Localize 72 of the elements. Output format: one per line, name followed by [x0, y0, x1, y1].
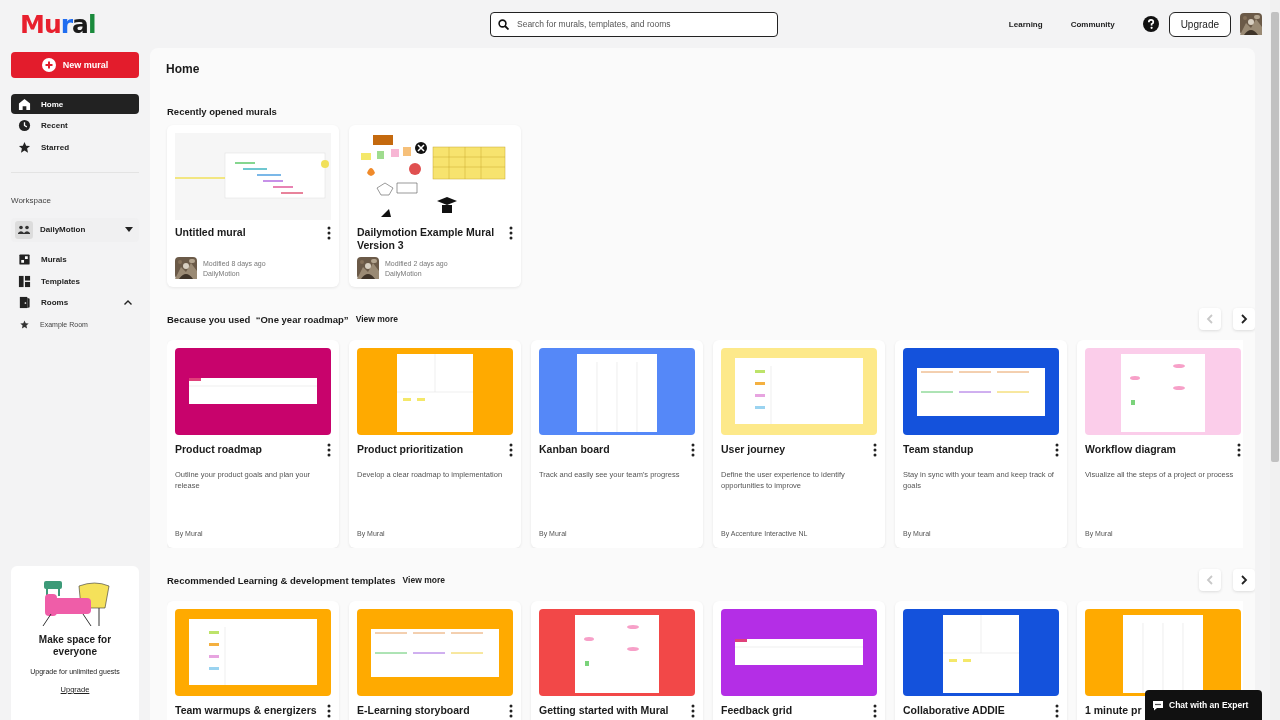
more-options-icon[interactable]: [1055, 704, 1059, 718]
chat-button[interactable]: Chat with an Expert: [1145, 690, 1262, 720]
door-icon: [18, 296, 31, 309]
template-card[interactable]: E-Learning storyboard: [349, 601, 521, 720]
template-title: Feedback grid: [721, 704, 793, 717]
chevron-left-icon: [1206, 575, 1214, 585]
template-title: Product prioritization: [357, 443, 464, 456]
template-card[interactable]: Getting started with Mural: [531, 601, 703, 720]
nav-link[interactable]: Community: [1070, 19, 1115, 29]
mural-title: Untitled mural: [175, 226, 247, 239]
more-options-icon[interactable]: [1055, 443, 1059, 457]
template-title: Kanban board: [539, 443, 610, 456]
murals-icon: [18, 253, 31, 266]
template-title: Product roadmap: [175, 443, 262, 456]
view-more-link[interactable]: View more: [402, 575, 445, 585]
chevron-left-icon: [1206, 314, 1214, 324]
template-card[interactable]: Collaborative ADDIE: [895, 601, 1067, 720]
more-options-icon[interactable]: [327, 226, 331, 240]
next-button[interactable]: [1233, 308, 1255, 330]
more-options-icon[interactable]: [1237, 443, 1241, 457]
search-field[interactable]: Search for murals, templates, and rooms: [490, 11, 778, 37]
nav-link[interactable]: Learning: [1008, 19, 1043, 29]
star-icon: [20, 319, 29, 329]
more-options-icon[interactable]: [327, 704, 331, 718]
nav-item[interactable]: Home: [11, 94, 139, 114]
more-options-icon[interactable]: [509, 443, 513, 457]
chevron-right-icon: [1240, 575, 1248, 585]
more-options-icon[interactable]: [691, 704, 695, 718]
more-options-icon[interactable]: [509, 226, 513, 240]
nav-item[interactable]: Murals: [11, 249, 139, 270]
more-options-icon[interactable]: [327, 443, 331, 457]
template-title: 1 minute pr: [1085, 704, 1142, 717]
templates-icon: [18, 274, 31, 288]
more-options-icon[interactable]: [873, 443, 877, 457]
home-icon: [18, 97, 31, 111]
chat-icon: [1152, 699, 1164, 711]
view-more-link[interactable]: View more: [355, 314, 398, 324]
section-title: Recommended Learning & development templates: [167, 574, 396, 586]
template-title: Collaborative ADDIE: [903, 704, 1005, 717]
section-label: Workspace: [11, 195, 52, 205]
new-mural-button[interactable]: New mural: [11, 52, 139, 78]
plus-icon: [41, 58, 56, 72]
star-icon: [18, 140, 31, 154]
template-title: E-Learning storyboard: [357, 704, 470, 717]
clock-icon: [18, 119, 31, 132]
chevron-up-icon[interactable]: [124, 300, 132, 305]
template-title: User journey: [721, 443, 786, 456]
section-title: Because you used “One year roadmap”: [167, 313, 349, 325]
nav-item[interactable]: Templates: [11, 271, 139, 291]
template-card[interactable]: Team warmups & energizers: [167, 601, 339, 720]
people-icon: [15, 220, 33, 239]
logo[interactable]: Mural: [20, 9, 490, 39]
template-card[interactable]: Feedback grid: [713, 601, 885, 720]
nav-item[interactable]: Recent: [11, 115, 139, 136]
template-title: Getting started with Mural: [539, 704, 669, 717]
mural-title: Dailymotion Example Mural Version 3: [357, 226, 496, 252]
caret-down-icon: [125, 227, 133, 232]
section-title: Recently opened murals: [167, 106, 278, 117]
nav-item[interactable]: Starred: [11, 137, 139, 157]
more-options-icon[interactable]: [873, 704, 877, 718]
template-title: Workflow diagram: [1085, 443, 1176, 456]
page-title: Home: [166, 62, 201, 76]
more-options-icon[interactable]: [509, 704, 513, 718]
template-title: Team warmups & energizers: [175, 704, 317, 717]
help-icon[interactable]: [1142, 16, 1159, 32]
chevron-right-icon: [1240, 314, 1248, 324]
upgrade-button[interactable]: Upgrade: [1168, 11, 1231, 37]
next-button[interactable]: [1233, 569, 1255, 591]
template-title: Team standup: [903, 443, 974, 456]
more-options-icon[interactable]: [691, 443, 695, 457]
nav-item[interactable]: Rooms: [11, 292, 139, 313]
promo-title: Make space for everyone: [37, 634, 113, 658]
